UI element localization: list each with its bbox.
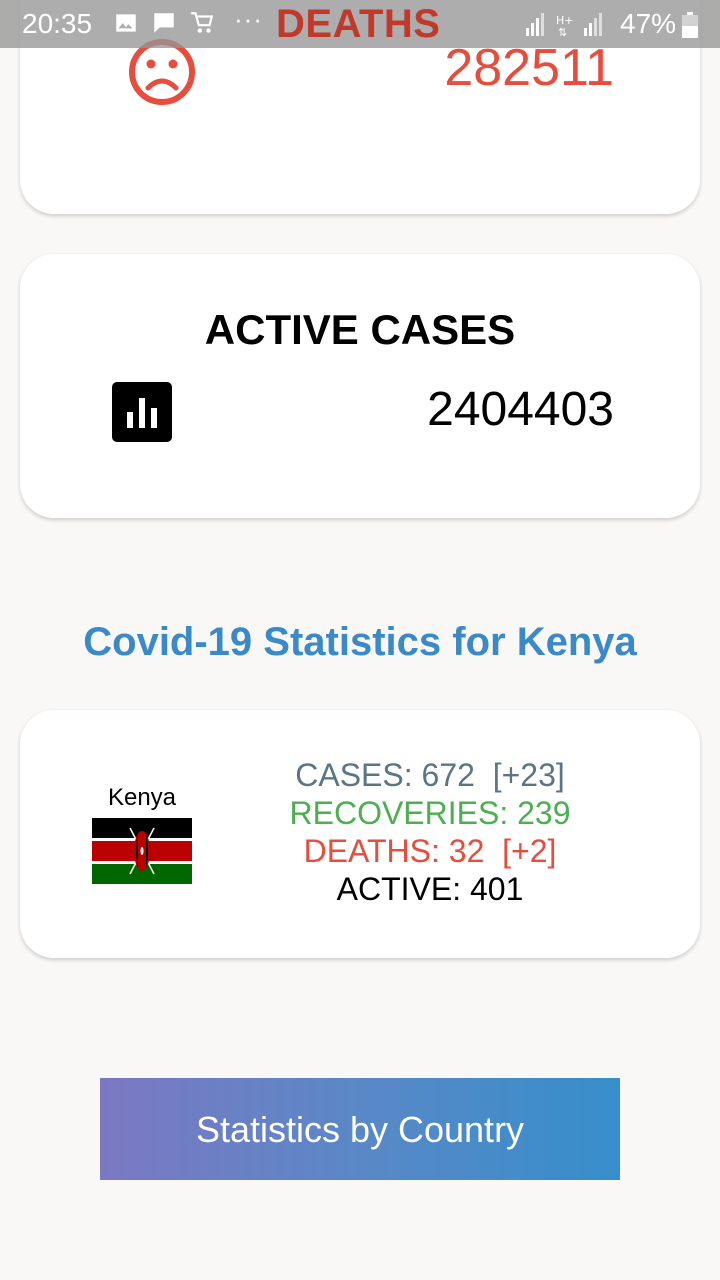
message-icon <box>154 13 174 33</box>
country-card[interactable]: Kenya CASES: 672 [+23] RECOVERIES: 239 D… <box>20 710 700 958</box>
gallery-icon <box>116 14 136 32</box>
cart-icon <box>191 12 214 33</box>
active-cases-title: ACTIVE CASES <box>204 306 516 353</box>
recoveries-stat: RECOVERIES: 239 <box>289 795 571 831</box>
cases-stat: CASES: 672 [+23] <box>295 757 565 793</box>
battery-icon <box>682 12 698 38</box>
more-notifications-icon: ··· <box>234 4 263 34</box>
deaths-stat: DEATHS: 32 [+2] <box>303 833 557 869</box>
svg-text:⇅: ⇅ <box>558 26 567 38</box>
country-name: Kenya <box>107 784 177 811</box>
active-cases-value: 2404403 <box>427 383 614 436</box>
kenya-flag-icon <box>92 818 192 884</box>
statistics-by-country-button[interactable]: Statistics by Country <box>100 1078 620 1180</box>
signal-icon: H+ ⇅ <box>526 13 602 38</box>
status-time: 20:35 <box>22 8 93 39</box>
active-stat: ACTIVE: 401 <box>336 871 524 907</box>
sad-face-icon <box>129 39 195 105</box>
country-stats: CASES: 672 [+23] RECOVERIES: 239 DEATHS:… <box>230 756 630 908</box>
status-bar: 20:35 ··· DEATHS H+ ⇅ 47% <box>0 0 720 48</box>
section-title: Covid-19 Statistics for Kenya <box>83 620 637 664</box>
active-cases-card: ACTIVE CASES 2404403 <box>20 254 700 518</box>
overlay-title: DEATHS <box>276 2 441 46</box>
bar-chart-icon <box>112 382 172 442</box>
battery-percent: 47% <box>620 8 677 39</box>
